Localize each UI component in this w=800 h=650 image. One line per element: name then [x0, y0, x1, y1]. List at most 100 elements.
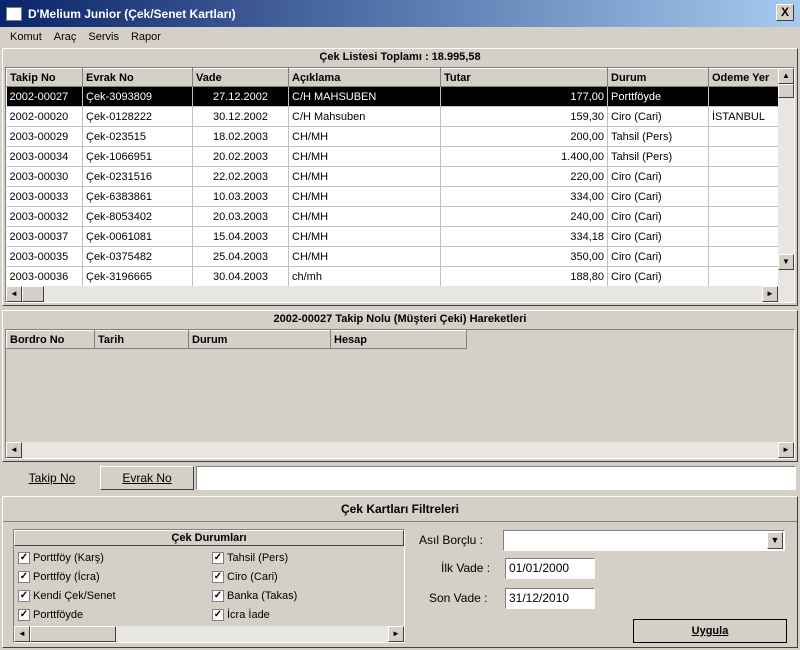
table-cell[interactable]: 30.12.2002: [192, 106, 289, 127]
table-cell[interactable]: [708, 186, 781, 207]
table-cell[interactable]: [708, 166, 781, 187]
table-cell[interactable]: 188,80: [440, 266, 608, 287]
table-cell[interactable]: Çek-3196665: [82, 266, 193, 287]
apply-button[interactable]: Uygula: [633, 619, 787, 643]
table-cell[interactable]: [708, 246, 781, 267]
checkbox-icon[interactable]: ✓: [212, 589, 224, 602]
tab-evrak-no[interactable]: Evrak No: [100, 466, 194, 490]
table-row[interactable]: 2003-00037 Çek-0061081 15.04.2003 CH/MH 334,…: [6, 226, 781, 247]
table-cell[interactable]: Ciro (Cari): [607, 266, 709, 287]
table-cell[interactable]: CH/MH: [288, 246, 441, 267]
table-cell[interactable]: CH/MH: [288, 126, 441, 147]
table-cell[interactable]: Çek-0061081: [82, 226, 193, 247]
checkbox-icon[interactable]: ✓: [212, 551, 224, 564]
table-cell[interactable]: 334,00: [440, 186, 608, 207]
table-cell[interactable]: Ciro (Cari): [607, 106, 709, 127]
tab-takip-no[interactable]: Takip No: [6, 467, 98, 491]
table-row[interactable]: 2003-00033 Çek-6383861 10.03.2003 CH/MH 334,…: [6, 186, 781, 207]
table-cell[interactable]: 334,18: [440, 226, 608, 247]
status-checkbox[interactable]: ✓ Ciro (Cari): [212, 567, 297, 586]
table-row[interactable]: 2003-00035 Çek-0375482 25.04.2003 CH/MH 350,…: [6, 246, 781, 267]
table-cell[interactable]: 22.02.2003: [192, 166, 289, 187]
table-cell[interactable]: 2003-00032: [6, 206, 83, 227]
scroll-right-icon[interactable]: ►: [778, 442, 794, 458]
col-tutar[interactable]: Tutar: [440, 68, 608, 87]
close-button[interactable]: X: [776, 4, 794, 21]
table-cell[interactable]: 177,00: [440, 86, 608, 107]
table-cell[interactable]: Çek-3093809: [82, 86, 193, 107]
checkbox-icon[interactable]: ✓: [212, 608, 224, 621]
col-tarih[interactable]: Tarih: [94, 330, 189, 349]
table-cell[interactable]: Porttföyde: [607, 86, 709, 107]
table-cell[interactable]: 350,00: [440, 246, 608, 267]
col-vade[interactable]: Vade: [192, 68, 289, 87]
table-cell[interactable]: 18.02.2003: [192, 126, 289, 147]
table-cell[interactable]: Çek-023515: [82, 126, 193, 147]
table-cell[interactable]: 2003-00033: [6, 186, 83, 207]
menu-komut[interactable]: Komut: [4, 31, 48, 43]
scroll-left-icon[interactable]: ◄: [6, 286, 22, 302]
col-hareket-durum[interactable]: Durum: [188, 330, 331, 349]
col-hesap[interactable]: Hesap: [330, 330, 467, 349]
movements-hscroll[interactable]: ◄ ►: [6, 442, 794, 458]
table-cell[interactable]: 2003-00037: [6, 226, 83, 247]
hscroll-thumb[interactable]: [30, 626, 116, 642]
table-cell[interactable]: CH/MH: [288, 186, 441, 207]
table-cell[interactable]: 2003-00029: [6, 126, 83, 147]
table-row[interactable]: 2002-00027 Çek-3093809 27.12.2002 C/H MAHSU…: [6, 86, 781, 107]
table-cell[interactable]: Çek-0231516: [82, 166, 193, 187]
table-row[interactable]: 2003-00029 Çek-023515 18.02.2003 CH/MH 200,0…: [6, 126, 781, 147]
status-checkbox[interactable]: ✓ Porttföy (Karş): [18, 548, 116, 567]
table-cell[interactable]: 220,00: [440, 166, 608, 187]
col-durum[interactable]: Durum: [607, 68, 709, 87]
table-row[interactable]: 2003-00032 Çek-8053402 20.03.2003 CH/MH 240,…: [6, 206, 781, 227]
table-cell[interactable]: 159,30: [440, 106, 608, 127]
table-cell[interactable]: Çek-0375482: [82, 246, 193, 267]
status-checkbox[interactable]: ✓ Kendi Çek/Senet: [18, 586, 116, 605]
status-checkbox[interactable]: ✓ Tahsil (Pers): [212, 548, 297, 567]
table-cell[interactable]: 1.400,00: [440, 146, 608, 167]
table-cell[interactable]: 2002-00027: [6, 86, 83, 107]
hscroll-thumb[interactable]: [22, 286, 44, 302]
search-input[interactable]: [196, 466, 796, 490]
table-cell[interactable]: CH/MH: [288, 206, 441, 227]
son-vade-input[interactable]: 31/12/2010: [505, 588, 595, 609]
table-cell[interactable]: 10.03.2003: [192, 186, 289, 207]
status-checkbox[interactable]: ✓ İcra İade: [212, 605, 297, 624]
table-cell[interactable]: [708, 206, 781, 227]
table-cell[interactable]: CH/MH: [288, 146, 441, 167]
col-takip-no[interactable]: Takip No: [6, 68, 83, 87]
table-cell[interactable]: Ciro (Cari): [607, 226, 709, 247]
table-cell[interactable]: CH/MH: [288, 166, 441, 187]
table-cell[interactable]: Ciro (Cari): [607, 166, 709, 187]
col-odeme-yer[interactable]: Odeme Yer: [708, 68, 781, 87]
table-cell[interactable]: 15.04.2003: [192, 226, 289, 247]
table-cell[interactable]: İSTANBUL: [708, 106, 781, 127]
table-row[interactable]: 2003-00030 Çek-0231516 22.02.2003 CH/MH 220,…: [6, 166, 781, 187]
asil-borclu-select[interactable]: ▼: [503, 530, 785, 551]
table-cell[interactable]: [708, 126, 781, 147]
table-cell[interactable]: Çek-6383861: [82, 186, 193, 207]
status-checkbox[interactable]: ✓ Banka (Takas): [212, 586, 297, 605]
table-cell[interactable]: 2003-00036: [6, 266, 83, 287]
table-cell[interactable]: 200,00: [440, 126, 608, 147]
table-cell[interactable]: Tahsil (Pers): [607, 146, 709, 167]
scroll-right-icon[interactable]: ►: [762, 286, 778, 302]
table-cell[interactable]: Çek-8053402: [82, 206, 193, 227]
checkbox-icon[interactable]: ✓: [18, 570, 30, 583]
check-list-vscroll[interactable]: ▲ ▼: [778, 68, 794, 286]
menu-rapor[interactable]: Rapor: [125, 31, 167, 43]
table-row[interactable]: 2003-00036 Çek-3196665 30.04.2003 ch/mh 188,…: [6, 266, 781, 287]
checkbox-icon[interactable]: ✓: [18, 551, 30, 564]
table-cell[interactable]: Çek-1066951: [82, 146, 193, 167]
table-row[interactable]: 2002-00020 Çek-0128222 30.12.2002 C/H Mahsu…: [6, 106, 781, 127]
scroll-right-icon[interactable]: ►: [388, 626, 404, 642]
scroll-down-icon[interactable]: ▼: [778, 254, 794, 270]
scroll-left-icon[interactable]: ◄: [6, 442, 22, 458]
table-cell[interactable]: 20.03.2003: [192, 206, 289, 227]
table-cell[interactable]: [708, 266, 781, 287]
table-cell[interactable]: [708, 146, 781, 167]
table-cell[interactable]: [708, 226, 781, 247]
status-hscroll[interactable]: ◄ ►: [14, 626, 404, 642]
status-checkbox[interactable]: ✓ Porttföyde: [18, 605, 116, 624]
